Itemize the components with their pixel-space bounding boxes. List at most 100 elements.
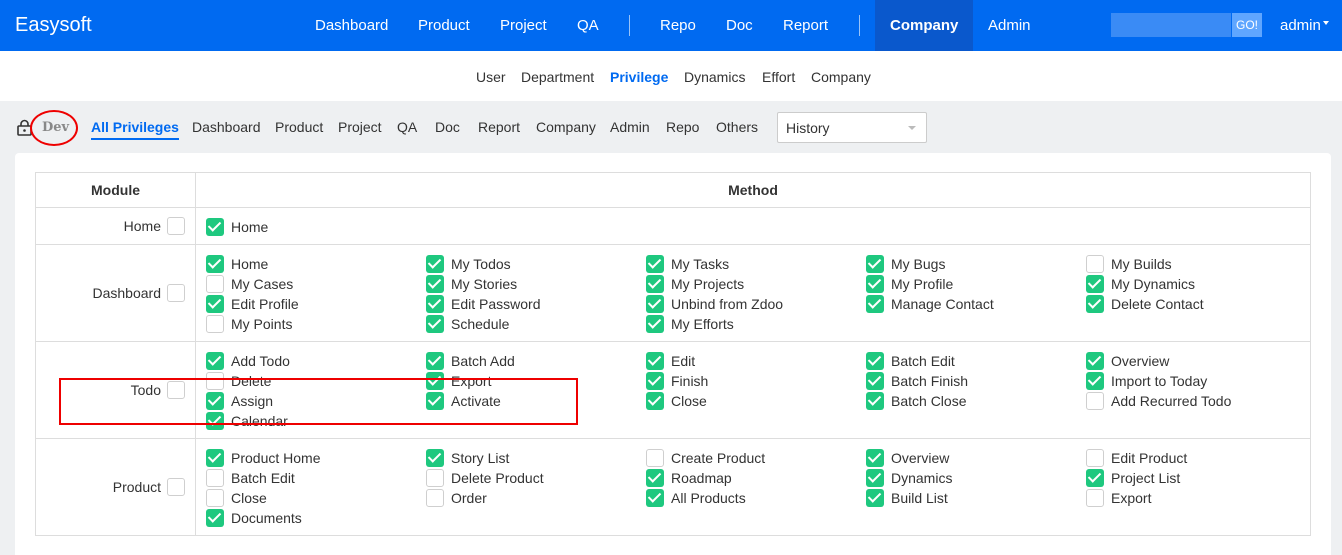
method-item[interactable]: Documents: [206, 507, 426, 528]
method-checkbox[interactable]: [426, 295, 444, 314]
method-checkbox[interactable]: [426, 352, 444, 371]
method-checkbox[interactable]: [206, 352, 224, 371]
method-item[interactable]: Edit: [646, 350, 866, 371]
filter-report[interactable]: Report: [478, 119, 520, 135]
method-checkbox[interactable]: [866, 255, 884, 274]
method-item[interactable]: My Efforts: [646, 313, 866, 334]
method-checkbox[interactable]: [866, 352, 884, 371]
subnav-dynamics[interactable]: Dynamics: [684, 69, 745, 85]
subnav-company[interactable]: Company: [811, 69, 871, 85]
method-checkbox[interactable]: [206, 255, 224, 274]
method-checkbox[interactable]: [646, 392, 664, 411]
method-checkbox[interactable]: [206, 295, 224, 314]
nav-qa[interactable]: QA: [577, 17, 599, 34]
method-item[interactable]: Build List: [866, 487, 1086, 508]
method-item[interactable]: Add Recurred Todo: [1086, 390, 1306, 411]
method-item[interactable]: My Bugs: [866, 253, 1086, 274]
method-item[interactable]: Batch Edit: [206, 467, 426, 488]
method-item[interactable]: Edit Password: [426, 293, 646, 314]
method-checkbox[interactable]: [1086, 275, 1104, 294]
method-item[interactable]: Overview: [866, 447, 1086, 468]
filter-others[interactable]: Others: [716, 119, 758, 135]
method-item[interactable]: My Cases: [206, 273, 426, 294]
filter-dashboard[interactable]: Dashboard: [192, 119, 261, 135]
method-item[interactable]: Product Home: [206, 447, 426, 468]
method-item[interactable]: Delete Product: [426, 467, 646, 488]
method-checkbox[interactable]: [1086, 449, 1104, 468]
user-menu[interactable]: admin: [1280, 17, 1321, 34]
method-item[interactable]: Home: [206, 216, 426, 237]
filter-qa[interactable]: QA: [397, 119, 417, 135]
method-checkbox[interactable]: [426, 275, 444, 294]
brand-logo[interactable]: Easysoft: [15, 14, 92, 37]
method-checkbox[interactable]: [206, 275, 224, 294]
method-checkbox[interactable]: [646, 275, 664, 294]
method-item[interactable]: My Todos: [426, 253, 646, 274]
nav-admin[interactable]: Admin: [988, 17, 1031, 34]
method-checkbox[interactable]: [646, 489, 664, 508]
subnav-effort[interactable]: Effort: [762, 69, 795, 85]
method-checkbox[interactable]: [426, 449, 444, 468]
method-checkbox[interactable]: [866, 469, 884, 488]
method-checkbox[interactable]: [206, 509, 224, 528]
filter-repo[interactable]: Repo: [666, 119, 699, 135]
method-checkbox[interactable]: [206, 469, 224, 488]
method-item[interactable]: Add Todo: [206, 350, 426, 371]
subnav-user[interactable]: User: [476, 69, 506, 85]
method-item[interactable]: Close: [646, 390, 866, 411]
method-checkbox[interactable]: [1086, 352, 1104, 371]
method-item[interactable]: Order: [426, 487, 646, 508]
method-item[interactable]: Story List: [426, 447, 646, 468]
method-checkbox[interactable]: [206, 449, 224, 468]
method-checkbox[interactable]: [646, 255, 664, 274]
method-checkbox[interactable]: [866, 392, 884, 411]
filter-product[interactable]: Product: [275, 119, 323, 135]
method-item[interactable]: Finish: [646, 370, 866, 391]
method-checkbox[interactable]: [646, 372, 664, 391]
method-item[interactable]: Batch Add: [426, 350, 646, 371]
method-checkbox[interactable]: [1086, 372, 1104, 391]
method-checkbox[interactable]: [866, 275, 884, 294]
filter-company[interactable]: Company: [536, 119, 596, 135]
method-checkbox[interactable]: [866, 489, 884, 508]
method-item[interactable]: Import to Today: [1086, 370, 1306, 391]
method-item[interactable]: Create Product: [646, 447, 866, 468]
module-checkbox[interactable]: [167, 284, 185, 303]
method-item[interactable]: All Products: [646, 487, 866, 508]
method-checkbox[interactable]: [206, 218, 224, 237]
method-item[interactable]: Close: [206, 487, 426, 508]
method-item[interactable]: Batch Edit: [866, 350, 1086, 371]
method-checkbox[interactable]: [1086, 295, 1104, 314]
method-item[interactable]: Schedule: [426, 313, 646, 334]
search-go-button[interactable]: GO!: [1232, 13, 1262, 37]
method-item[interactable]: Manage Contact: [866, 293, 1086, 314]
method-checkbox[interactable]: [1086, 392, 1104, 411]
module-checkbox[interactable]: [167, 478, 185, 497]
method-checkbox[interactable]: [426, 469, 444, 488]
method-checkbox[interactable]: [646, 352, 664, 371]
method-item[interactable]: Unbind from Zdoo: [646, 293, 866, 314]
filter-admin[interactable]: Admin: [610, 119, 650, 135]
method-checkbox[interactable]: [866, 295, 884, 314]
method-item[interactable]: My Profile: [866, 273, 1086, 294]
method-item[interactable]: Roadmap: [646, 467, 866, 488]
module-checkbox[interactable]: [167, 217, 185, 236]
method-checkbox[interactable]: [1086, 469, 1104, 488]
method-checkbox[interactable]: [426, 315, 444, 334]
nav-company[interactable]: Company: [875, 0, 973, 51]
method-item[interactable]: Overview: [1086, 350, 1306, 371]
method-item[interactable]: My Builds: [1086, 253, 1306, 274]
method-checkbox[interactable]: [426, 255, 444, 274]
method-checkbox[interactable]: [646, 469, 664, 488]
method-item[interactable]: Batch Close: [866, 390, 1086, 411]
method-item[interactable]: My Points: [206, 313, 426, 334]
method-checkbox[interactable]: [1086, 255, 1104, 274]
method-checkbox[interactable]: [206, 489, 224, 508]
subnav-privilege[interactable]: Privilege: [610, 69, 668, 85]
method-item[interactable]: Dynamics: [866, 467, 1086, 488]
filter-all-privileges[interactable]: All Privileges: [91, 119, 179, 140]
method-item[interactable]: Edit Profile: [206, 293, 426, 314]
method-item[interactable]: My Tasks: [646, 253, 866, 274]
method-checkbox[interactable]: [866, 372, 884, 391]
method-item[interactable]: Batch Finish: [866, 370, 1086, 391]
